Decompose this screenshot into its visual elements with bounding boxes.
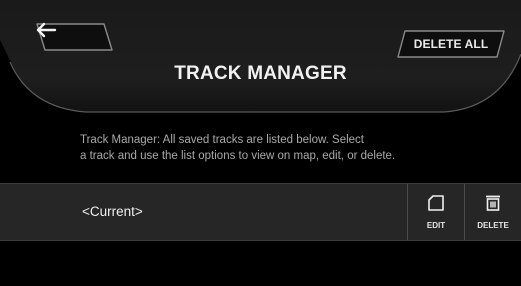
instructions-text: Track Manager: All saved tracks are list… [80,132,500,164]
instructions-line-1: Track Manager: All saved tracks are list… [80,134,365,146]
delete-all-button[interactable]: DELETE ALL [395,28,507,60]
edit-button[interactable]: EDIT [408,184,464,240]
track-row[interactable]: <Current> EDIT DELETE [0,183,521,241]
instructions-line-2: a track and use the list options to view… [80,150,396,162]
page-title: TRACK MANAGER [174,63,347,84]
edit-label: EDIT [426,221,446,230]
arrow-left-icon [36,22,57,38]
delete-all-label: DELETE ALL [413,37,489,51]
track-name: <Current> [82,204,143,219]
trash-icon [486,195,500,211]
delete-button[interactable]: DELETE [465,184,521,240]
back-button[interactable] [34,21,114,53]
delete-label: DELETE [477,221,509,230]
edit-icon [428,195,444,211]
